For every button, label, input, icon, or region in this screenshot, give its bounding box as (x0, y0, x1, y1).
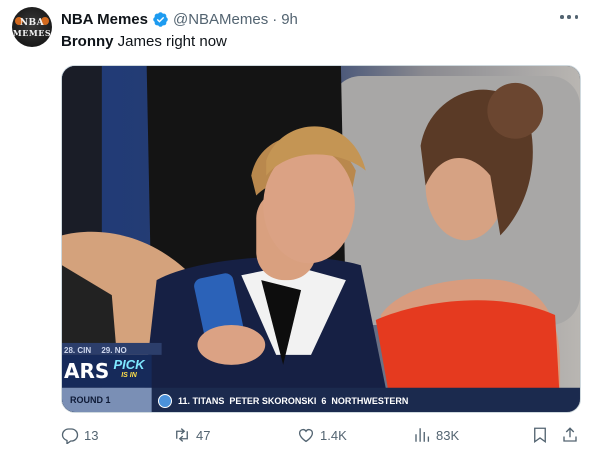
reply-icon (61, 428, 79, 444)
tweet-text: Bronny James right now (61, 33, 227, 50)
like-count: 1.4K (320, 427, 347, 443)
repost-button[interactable]: 47 (173, 424, 210, 446)
more-icon[interactable] (560, 14, 578, 20)
like-icon (298, 428, 314, 443)
repost-count: 47 (196, 427, 211, 443)
tweet-actions: 13 47 1.4K 83K (61, 424, 581, 446)
pick-subtext: IS IN (121, 372, 137, 379)
scoreboard-left-1: 28. CIN (64, 346, 92, 355)
scoreboard-left-2: 29. NO (101, 346, 127, 355)
round-label: ROUND 1 (70, 395, 111, 405)
bookmark-icon (534, 427, 546, 444)
scoreboard-left: 28. CIN 29. NO (64, 346, 127, 355)
repost-icon (176, 428, 188, 442)
timestamp[interactable]: 9h (281, 11, 298, 28)
views-count: 83K (436, 427, 460, 443)
titans-logo-icon (158, 394, 172, 408)
share-button[interactable] (561, 424, 579, 446)
bookmark-button[interactable] (531, 424, 549, 446)
avatar-logo-text-top: NBA (19, 18, 45, 28)
share-icon (563, 427, 577, 442)
author-name[interactable]: NBA Memes (61, 11, 148, 28)
tweet-text-bold: Bronny (61, 33, 114, 50)
separator-dot: · (272, 10, 278, 28)
pick-line: 11. TITANS PETER SKORONSKI 6 NORTHWESTER… (178, 396, 409, 406)
views-button[interactable]: 83K (413, 424, 459, 446)
author-handle[interactable]: @NBAMemes (173, 11, 268, 28)
reply-button[interactable]: 13 (61, 424, 98, 446)
tweet-text-rest: James right now (113, 33, 227, 50)
avatar-logo-text-bottom: MEMES (12, 28, 52, 38)
pick-badge: PICK IS IN (110, 358, 148, 384)
reply-count: 13 (84, 427, 99, 443)
verified-badge-icon (153, 11, 168, 27)
tweet[interactable]: NBA MEMES NBA Memes @NBAMemes · 9h Bronn… (0, 0, 595, 453)
tweet-header: NBA Memes @NBAMemes · 9h (61, 9, 298, 29)
pick-text: PICK (113, 357, 145, 372)
views-icon (415, 428, 430, 442)
tweet-media-photo[interactable]: 28. CIN 29. NO ARS PICK IS IN ROUND 1 11… (61, 65, 581, 413)
avatar[interactable]: NBA MEMES (12, 7, 52, 47)
like-button[interactable]: 1.4K (297, 424, 347, 446)
team-abbr: ARS (64, 359, 110, 383)
